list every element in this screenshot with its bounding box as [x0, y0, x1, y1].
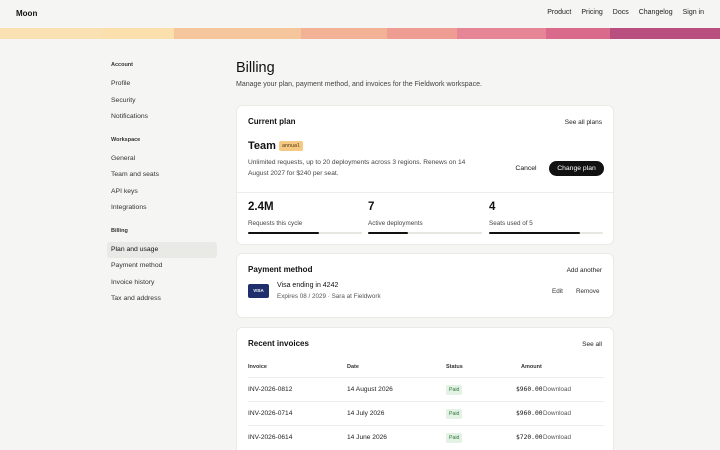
- sidebar-item-profile[interactable]: Profile: [107, 76, 217, 93]
- invoice-amount: $960.00: [516, 386, 543, 393]
- nav-links: Product Pricing Docs Changelog Sign in: [547, 9, 704, 16]
- sidebar-item-general[interactable]: General: [107, 151, 217, 168]
- sidebar-item-integrations[interactable]: Integrations: [107, 200, 217, 217]
- sidebar-group-workspace: Workspace: [111, 136, 141, 143]
- nav-docs[interactable]: Docs: [613, 9, 629, 16]
- stat-seats: 4 Seats used of 5: [489, 201, 603, 234]
- invoice-amount: $960.00: [516, 410, 543, 417]
- invoice-date: 14 June 2026: [347, 434, 387, 441]
- nav-product[interactable]: Product: [547, 9, 571, 16]
- current-plan-heading: Current plan: [248, 117, 296, 126]
- nav-changelog[interactable]: Changelog: [639, 9, 673, 16]
- nav-pricing[interactable]: Pricing: [581, 9, 602, 16]
- card-title: Visa ending in 4242: [277, 282, 339, 289]
- band-segment: [457, 28, 546, 39]
- table-row: INV-2026-0812 14 August 2026 Paid $960.0…: [248, 377, 604, 401]
- see-all-invoices-link[interactable]: See all: [582, 341, 602, 348]
- band-segment: [174, 28, 301, 39]
- edit-card-button[interactable]: Edit: [552, 288, 563, 295]
- cancel-plan-button[interactable]: Cancel: [508, 161, 544, 176]
- band-segment: [610, 28, 720, 39]
- band-segment: [546, 28, 610, 39]
- table-row: INV-2026-0714 14 July 2026 Paid $960.00 …: [248, 401, 604, 425]
- band-segment: [102, 28, 174, 39]
- status-badge: Paid: [446, 433, 463, 443]
- stat-value: 4: [489, 201, 496, 213]
- column-header-amount: Amount: [521, 364, 542, 370]
- invoice-id: INV-2026-0812: [248, 386, 293, 393]
- status-badge: Paid: [446, 409, 463, 419]
- current-plan-card: Current plan See all plans Team annual U…: [236, 105, 614, 245]
- stat-requests: 2.4M Requests this cycle: [248, 201, 362, 234]
- recent-invoices-card: Recent invoices See all Invoice Date Sta…: [236, 327, 614, 450]
- invoice-date: 14 July 2026: [347, 410, 385, 417]
- band-segment: [0, 28, 102, 39]
- change-plan-button[interactable]: Change plan: [549, 161, 604, 176]
- color-band: [0, 28, 720, 39]
- brand-logo[interactable]: Moon: [16, 9, 37, 18]
- card-subtitle: Expires 08 / 2029 · Sara at Fieldwork: [277, 293, 381, 300]
- stat-label: Active deployments: [368, 220, 423, 227]
- invoice-id: INV-2026-0714: [248, 410, 293, 417]
- stat-value: 2.4M: [248, 201, 274, 213]
- stat-label: Seats used of 5: [489, 220, 533, 227]
- usage-bar-fill: [368, 232, 408, 234]
- band-segment: [301, 28, 387, 39]
- sidebar-item-invoice-history[interactable]: Invoice history: [107, 275, 217, 292]
- page-header: Billing Manage your plan, payment method…: [236, 60, 614, 88]
- invoice-id: INV-2026-0614: [248, 434, 293, 441]
- sidebar-item-security[interactable]: Security: [107, 93, 217, 110]
- plan-name: Team: [248, 140, 276, 152]
- page-subtitle: Manage your plan, payment method, and in…: [236, 81, 482, 88]
- column-header-invoice: Invoice: [248, 364, 267, 370]
- plan-description: Unlimited requests, up to 20 deployments…: [248, 159, 466, 177]
- sidebar-item-payment-method[interactable]: Payment method: [107, 258, 217, 275]
- stat-value: 7: [368, 201, 375, 213]
- usage-bar-fill: [489, 232, 581, 234]
- table-row: INV-2026-0614 14 June 2026 Paid $720.00 …: [248, 425, 604, 449]
- stat-deployments: 7 Active deployments: [368, 201, 482, 234]
- download-invoice-link[interactable]: Download: [543, 386, 571, 393]
- usage-bar-fill: [248, 232, 319, 234]
- status-badge: Paid: [446, 385, 463, 395]
- remove-card-button[interactable]: Remove: [576, 288, 599, 295]
- visa-card-icon: VISA: [248, 284, 269, 298]
- sidebar-item-team-and-seats[interactable]: Team and seats: [107, 167, 217, 184]
- add-payment-link[interactable]: Add another: [567, 267, 602, 274]
- usage-bar: [248, 232, 362, 234]
- invoice-date: 14 August 2026: [347, 386, 393, 393]
- usage-bar: [368, 232, 482, 234]
- stat-label: Requests this cycle: [248, 220, 303, 227]
- column-header-status: Status: [446, 364, 463, 370]
- top-nav: Moon Product Pricing Docs Changelog Sign…: [0, 0, 720, 28]
- download-invoice-link[interactable]: Download: [543, 410, 571, 417]
- see-all-plans-link[interactable]: See all plans: [565, 119, 602, 126]
- recent-invoices-heading: Recent invoices: [248, 339, 309, 348]
- sidebar-item-api-keys[interactable]: API keys: [107, 184, 217, 201]
- usage-bar: [489, 232, 603, 234]
- sidebar-group-account: Account: [111, 62, 133, 68]
- download-invoice-link[interactable]: Download: [543, 434, 571, 441]
- sidebar-item-tax-and-address[interactable]: Tax and address: [107, 291, 217, 308]
- sidebar: Account Profile Security Notifications W…: [107, 58, 217, 308]
- sidebar-item-notifications[interactable]: Notifications: [107, 109, 217, 126]
- page-title: Billing: [236, 60, 275, 76]
- divider: [237, 192, 613, 193]
- payment-method-card: Payment method Add another VISA Visa end…: [236, 253, 614, 318]
- sidebar-item-plan-and-usage[interactable]: Plan and usage: [107, 241, 217, 258]
- column-header-date: Date: [347, 364, 359, 370]
- plan-billing-badge: annual: [279, 141, 304, 151]
- invoice-amount: $720.00: [516, 434, 543, 441]
- nav-sign-in[interactable]: Sign in: [683, 9, 704, 16]
- sidebar-group-billing: Billing: [111, 227, 128, 234]
- band-segment: [387, 28, 457, 39]
- payment-method-heading: Payment method: [248, 265, 313, 274]
